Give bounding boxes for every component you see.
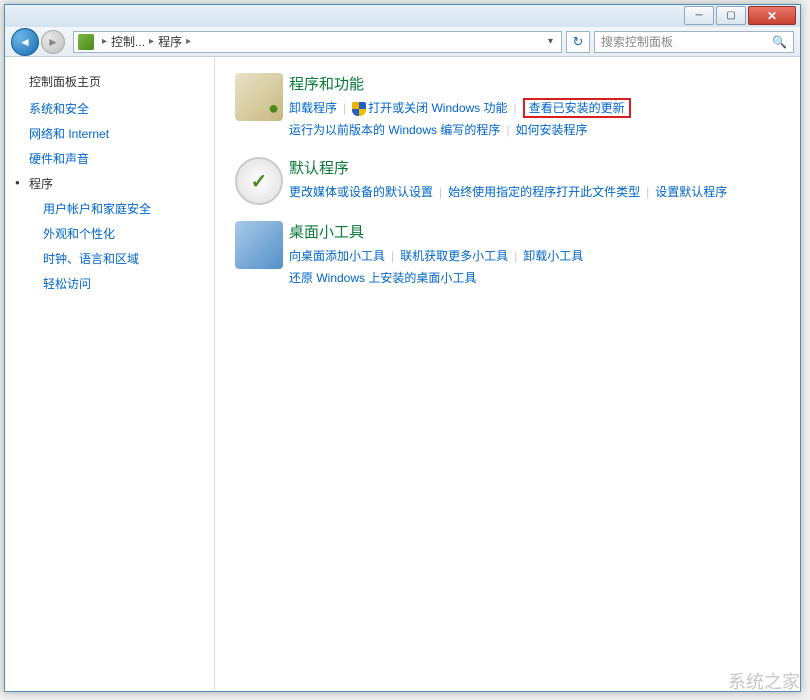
refresh-button[interactable]: ↻ [566,31,590,53]
search-placeholder: 搜索控制面板 [601,33,673,50]
default-icon [235,157,283,205]
breadcrumb-item[interactable]: 控制... [111,33,145,50]
category-section: 默认程序更改媒体或设备的默认设置 | 始终使用指定的程序打开此文件类型 | 设置默认程序 [235,157,780,205]
sidebar-item[interactable]: 程序 [29,175,214,192]
link-separator: | [646,185,649,199]
breadcrumb-separator: ▸ [186,36,191,47]
sidebar-item[interactable]: 外观和个性化 [43,225,214,242]
category-title[interactable]: 桌面小工具 [289,221,780,242]
task-link[interactable]: 联机获取更多小工具 [400,249,508,263]
search-icon: 🔍 [772,35,787,49]
task-link[interactable]: 更改媒体或设备的默认设置 [289,185,433,199]
address-dropdown-icon[interactable]: ▾ [544,36,557,47]
forward-button[interactable]: ► [41,30,65,54]
content-pane: 程序和功能卸载程序 | 打开或关闭 Windows 功能 | 查看已安装的更新运行为以前… [215,57,800,691]
task-link[interactable]: 卸载小工具 [523,249,583,263]
maximize-button[interactable]: ▢ [716,6,746,25]
sidebar-item[interactable]: 时钟、语言和区域 [43,250,214,267]
arrow-right-icon: ► [47,35,59,49]
programs-icon [235,73,283,121]
back-button[interactable]: ◄ [11,28,39,56]
task-link[interactable]: 查看已安装的更新 [523,98,631,118]
breadcrumb-separator: ▸ [149,36,154,47]
task-link[interactable]: 如何安装程序 [515,123,587,137]
task-link[interactable]: 运行为以前版本的 Windows 编写的程序 [289,123,500,137]
breadcrumb-item[interactable]: 程序 [158,33,182,50]
category-section: 桌面小工具向桌面添加小工具 | 联机获取更多小工具 | 卸载小工具还原 Windows … [235,221,780,289]
task-link[interactable]: 还原 Windows 上安装的桌面小工具 [289,271,476,285]
uac-shield-icon [352,102,366,116]
search-input[interactable]: 搜索控制面板 🔍 [594,31,794,53]
address-bar[interactable]: ▸ 控制... ▸ 程序 ▸ ▾ [73,31,562,53]
category-title[interactable]: 程序和功能 [289,73,780,94]
watermark: 系统之家 [728,668,800,694]
task-link[interactable]: 始终使用指定的程序打开此文件类型 [448,185,640,199]
sidebar: 控制面板主页 系统和安全网络和 Internet 硬件和声音程序用户帐户和家庭安全… [5,57,215,691]
task-link[interactable]: 卸载程序 [289,101,337,115]
link-separator: | [343,101,346,115]
gadget-icon [235,221,283,269]
window-body: 控制面板主页 系统和安全网络和 Internet 硬件和声音程序用户帐户和家庭安全… [5,57,800,691]
link-separator: | [506,123,509,137]
sidebar-item[interactable]: 轻松访问 [43,275,214,292]
sidebar-item[interactable]: 用户帐户和家庭安全 [43,200,214,217]
task-link[interactable]: 设置默认程序 [655,185,727,199]
control-panel-icon [78,34,94,50]
link-separator: | [514,101,517,115]
minimize-button[interactable]: ─ [684,6,714,25]
sidebar-item[interactable]: 网络和 Internet [29,125,214,142]
sidebar-item[interactable]: 系统和安全 [29,100,214,117]
navigation-bar: ◄ ► ▸ 控制... ▸ 程序 ▸ ▾ ↻ 搜索控制面板 🔍 [5,27,800,57]
explorer-window: ─ ▢ ✕ ◄ ► ▸ 控制... ▸ 程序 ▸ ▾ ↻ 搜索控制面板 🔍 控 [4,4,801,692]
close-button[interactable]: ✕ [748,6,796,25]
link-separator: | [391,249,394,263]
link-separator: | [514,249,517,263]
breadcrumb-separator: ▸ [102,36,107,47]
task-link[interactable]: 打开或关闭 Windows 功能 [352,101,507,115]
task-link[interactable]: 向桌面添加小工具 [289,249,385,263]
category-section: 程序和功能卸载程序 | 打开或关闭 Windows 功能 | 查看已安装的更新运行为以前… [235,73,780,141]
category-title[interactable]: 默认程序 [289,157,780,178]
titlebar: ─ ▢ ✕ [5,5,800,27]
link-separator: | [439,185,442,199]
refresh-icon: ↻ [573,34,584,50]
sidebar-title[interactable]: 控制面板主页 [29,73,214,90]
arrow-left-icon: ◄ [19,35,31,49]
sidebar-item[interactable]: 硬件和声音 [29,150,214,167]
